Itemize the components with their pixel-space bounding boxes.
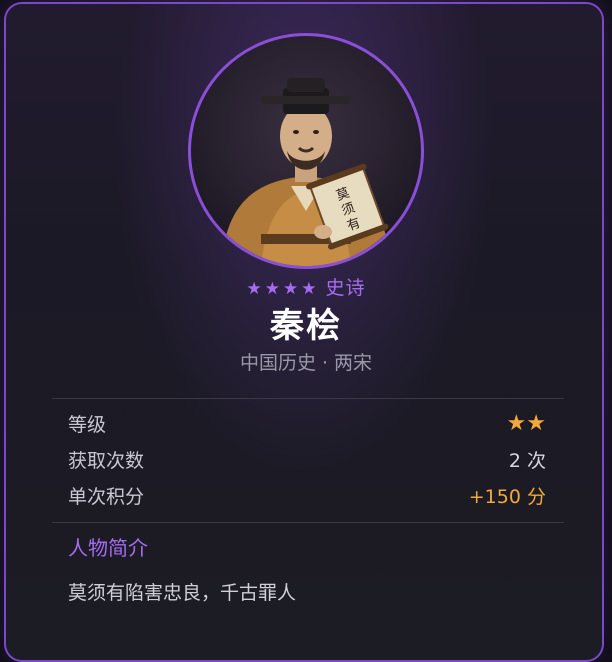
stat-label: 单次积分 <box>68 485 145 508</box>
level-stars: ★★ <box>506 410 546 436</box>
rarity-label: 史诗 <box>325 277 366 299</box>
character-name: 秦桧 <box>270 306 342 346</box>
divider-bottom <box>52 522 564 523</box>
stat-row-points: 单次积分 +150 分 <box>68 480 546 510</box>
portrait-illustration: 莫 须 有 <box>221 78 391 266</box>
rarity-stars: ★★★★ <box>246 279 320 299</box>
stat-row-level: 等级 ★★ <box>68 408 546 438</box>
bio-title: 人物简介 <box>68 536 148 560</box>
character-portrait: 莫 须 有 <box>188 33 424 269</box>
rarity-badge: ★★★★ 史诗 <box>0 273 612 300</box>
divider-top <box>52 398 564 399</box>
stat-value: 2 次 <box>508 449 546 472</box>
character-origin: 中国历史 · 两宋 <box>239 352 373 374</box>
stat-row-count: 获取次数 2 次 <box>68 444 546 474</box>
points-value: +150 分 <box>468 485 546 508</box>
bio-text: 莫须有陷害忠良，千古罪人 <box>68 582 297 604</box>
stat-label: 等级 <box>68 413 107 436</box>
stat-label: 获取次数 <box>68 449 145 472</box>
